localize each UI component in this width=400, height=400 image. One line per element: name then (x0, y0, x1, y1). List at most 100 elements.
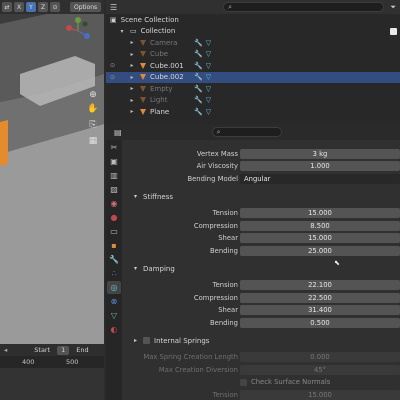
check-surface-normals-checkbox[interactable] (240, 378, 247, 386)
viewport-3d[interactable]: ⇄ X Y Z ⊙ Options ⊕ ✋ ⎘ ▦ ◂ Start 1 End … (0, 0, 104, 400)
damping-section-header[interactable]: ▾ Damping (124, 262, 400, 275)
tab-particles-icon[interactable]: ∴ (107, 267, 121, 280)
options-dropdown[interactable]: Options (70, 2, 102, 12)
modifier-wrench-icon: 🔧 (194, 107, 203, 116)
tab-physics-icon[interactable]: ◎ (107, 281, 121, 294)
modifier-wrench-icon: 🔧 (194, 38, 203, 47)
navigation-gizmo[interactable] (63, 16, 93, 46)
properties-type-icon[interactable]: ▤ (114, 128, 122, 137)
scene-collection-row[interactable]: ▣ Scene Collection (106, 14, 400, 26)
stiffness-tension-label: Tension (212, 209, 238, 217)
tab-scene-icon[interactable]: ◉ (107, 197, 121, 210)
expand-arrow-icon[interactable]: ▸ (128, 85, 136, 92)
internal-springs-section-header[interactable]: ▸ Internal Springs (124, 334, 400, 347)
mesh-data-icon: ▽ (205, 107, 212, 116)
tab-output-icon[interactable]: ▥ (107, 169, 121, 182)
outliner-object-label: Camera (150, 38, 178, 47)
expand-arrow-icon[interactable]: ▸ (128, 51, 136, 58)
internal-springs-checkbox[interactable] (143, 337, 151, 344)
stiffness-tension-field[interactable]: 15.000 (240, 208, 400, 218)
tab-view-layer-icon[interactable]: ▨ (107, 183, 121, 196)
mesh-data-icon: ▽ (205, 61, 212, 70)
mesh-data-icon: ▽ (205, 50, 212, 59)
orientation-icon[interactable]: ⇄ (2, 2, 12, 12)
zoom-icon[interactable]: ⊕ (86, 88, 100, 101)
tab-render-icon[interactable]: ▣ (107, 155, 121, 168)
tab-collection-icon[interactable]: ▭ (107, 225, 121, 238)
scene-collection-label: Scene Collection (120, 15, 179, 24)
max-creation-diversion-field[interactable]: 45° (240, 365, 400, 375)
damping-compression-field[interactable]: 22.500 (240, 293, 400, 303)
expand-arrow-icon[interactable]: ▸ (128, 108, 136, 115)
outliner-row-empty[interactable]: ▸ Empty 🔧 ▽ (106, 83, 400, 95)
properties-search-input[interactable]: ⌕ (211, 127, 282, 137)
mirror-z-button[interactable]: Z (38, 2, 48, 12)
stiffness-shear-field[interactable]: 15.000 (240, 233, 400, 243)
timeline-body[interactable] (0, 368, 104, 400)
hand-pan-icon[interactable]: ✋ (86, 102, 100, 115)
collapse-arrow-icon: ▸ (134, 337, 138, 344)
scene-collection-icon: ▣ (110, 15, 117, 24)
visibility-icon[interactable]: ⊙ (110, 62, 118, 69)
mirror-y-button[interactable]: Y (26, 2, 36, 12)
vertex-mass-label: Vertex Mass (196, 150, 238, 158)
tab-material-icon[interactable]: ◐ (107, 323, 121, 336)
damping-compression-row: Compression 22.500 (124, 292, 400, 304)
stiffness-bending-field[interactable]: 25.000 (240, 246, 400, 256)
collection-row[interactable]: ▾ ▭ Collection (106, 26, 400, 38)
object-icon (140, 62, 146, 69)
damping-tension-row: Tension 22.100 (124, 279, 400, 291)
stiffness-section-header[interactable]: ▾ Stiffness (124, 190, 400, 203)
timeline-start-label: Start (34, 346, 51, 354)
timeline-ruler[interactable]: 400 500 (0, 356, 104, 368)
air-viscosity-field[interactable]: 1.000 (240, 161, 400, 171)
outliner-row-cube[interactable]: ▸ Cube 🔧 ▽ (106, 49, 400, 61)
expand-arrow-icon[interactable]: ▸ (128, 74, 136, 81)
damping-shear-field[interactable]: 31.400 (240, 305, 400, 315)
vertex-mass-row: Vertex Mass 3 kg (124, 148, 400, 160)
mirror-x-button[interactable]: X (14, 2, 24, 12)
stiffness-compression-field[interactable]: 8.500 (240, 221, 400, 231)
outliner-row-plane[interactable]: ▸ Plane 🔧 ▽ (106, 106, 400, 118)
timeline-start-field[interactable]: 1 (57, 345, 70, 355)
damping-tension-field[interactable]: 22.100 (240, 280, 400, 290)
playback-icon[interactable]: ◂ (4, 346, 7, 354)
tab-world-icon[interactable]: ● (107, 211, 121, 224)
tab-tool-icon[interactable]: ✂ (107, 141, 121, 154)
tab-modifier-icon[interactable]: 🔧 (107, 253, 121, 266)
grid-view-icon[interactable]: ▦ (86, 134, 100, 147)
damping-shear-label: Shear (218, 306, 238, 314)
max-spring-length-field[interactable]: 0.000 (240, 352, 400, 362)
outliner-search-input[interactable]: ⌕ (223, 2, 385, 12)
outliner-row-camera[interactable]: ▸ Camera 🔧 ▽ (106, 37, 400, 49)
collection-checkbox[interactable] (390, 27, 397, 35)
viewport-header: ⇄ X Y Z ⊙ Options (0, 0, 104, 14)
outliner-row-light[interactable]: ▸ Light 🔧 ▽ (106, 95, 400, 107)
air-viscosity-label: Air Viscosity (196, 162, 238, 170)
snap-button[interactable]: ⊙ (50, 2, 60, 12)
tab-data-icon[interactable]: ▽ (107, 309, 121, 322)
damping-bending-field[interactable]: 0.500 (240, 318, 400, 328)
expand-arrow-icon[interactable]: ▾ (118, 28, 126, 35)
tab-object-icon[interactable]: ▪ (107, 239, 121, 252)
check-surface-normals-row: Check Surface Normals (124, 376, 400, 388)
outliner-row-cube-001[interactable]: ⊙ ▸ Cube.001 🔧 ▽ (106, 60, 400, 72)
outliner-row-cube-002[interactable]: ⊙ ▸ Cube.002 🔧 ▽ (106, 71, 400, 83)
camera-view-icon[interactable]: ⎘ (86, 118, 100, 131)
tab-constraints-icon[interactable]: ⊗ (107, 295, 121, 308)
filter-icon[interactable]: ⏷ (390, 3, 396, 12)
expand-arrow-icon[interactable]: ▸ (128, 97, 136, 104)
visibility-icon[interactable]: ⊙ (110, 74, 118, 81)
outliner-display-icon[interactable]: ☰ (110, 3, 117, 12)
internal-springs-title: Internal Springs (154, 336, 210, 345)
ruler-tick-400: 400 (22, 358, 35, 366)
damping-bending-label: Bending (210, 319, 238, 327)
expand-arrow-icon[interactable]: ▸ (128, 39, 136, 46)
outliner-object-label: Cube.002 (150, 73, 184, 82)
vertex-mass-field[interactable]: 3 kg (240, 149, 400, 159)
internal-tension-field[interactable]: 15.000 (240, 390, 400, 400)
bending-model-dropdown[interactable]: Angular (240, 174, 400, 184)
collapse-arrow-icon: ▾ (134, 265, 138, 272)
damping-compression-label: Compression (193, 294, 238, 302)
expand-arrow-icon[interactable]: ▸ (128, 62, 136, 69)
